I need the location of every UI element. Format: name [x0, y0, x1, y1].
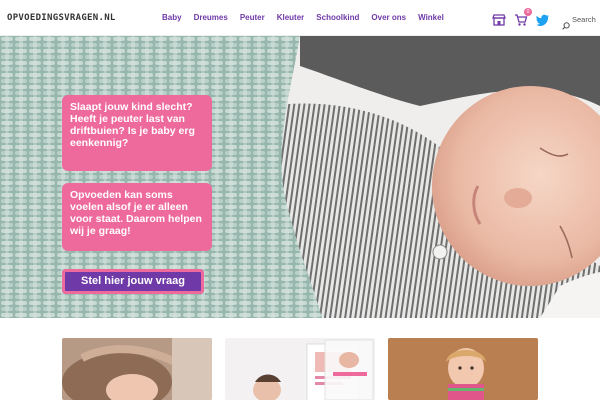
- ask-question-button[interactable]: Stel hier jouw vraag: [62, 269, 204, 294]
- nav-item-winkel[interactable]: Winkel: [418, 13, 444, 22]
- nav-item-schoolkind[interactable]: Schoolkind: [316, 13, 359, 22]
- article-card-toddler[interactable]: [388, 338, 538, 400]
- card-image-sleeping-child: [62, 338, 212, 400]
- main-nav: Baby Dreumes Peuter Kleuter Schoolkind O…: [162, 13, 444, 22]
- nav-item-kleuter[interactable]: Kleuter: [277, 13, 305, 22]
- twitter-icon[interactable]: [536, 12, 550, 27]
- search-label: Search: [572, 14, 596, 24]
- hero-callout-problems: Slaapt jouw kind slecht? Heeft je peuter…: [62, 95, 212, 171]
- article-card-sleeping-child[interactable]: [62, 338, 212, 400]
- search-button[interactable]: Search: [562, 14, 596, 30]
- card-image-toddler: [388, 338, 538, 400]
- site-logo[interactable]: OPVOEDINGSVRAGEN.NL: [7, 13, 116, 23]
- search-icon: [562, 15, 570, 30]
- nav-item-dreumes[interactable]: Dreumes: [194, 13, 228, 22]
- cart-icon[interactable]: 0: [514, 8, 532, 26]
- nav-item-over-ons[interactable]: Over ons: [371, 13, 406, 22]
- nav-item-baby[interactable]: Baby: [162, 13, 182, 22]
- article-cards: [62, 338, 538, 400]
- article-card-ebook[interactable]: [225, 338, 375, 400]
- header-icons: 0 Search: [492, 8, 596, 30]
- card-image-ebook: [225, 338, 375, 400]
- cart-count-badge: 0: [524, 8, 532, 16]
- site-header: OPVOEDINGSVRAGEN.NL Baby Dreumes Peuter …: [0, 0, 600, 36]
- store-icon[interactable]: [492, 12, 506, 26]
- nav-item-peuter[interactable]: Peuter: [240, 13, 265, 22]
- hero-banner: Slaapt jouw kind slecht? Heeft je peuter…: [0, 36, 600, 318]
- hero-callout-support: Opvoeden kan soms voelen alsof je er all…: [62, 183, 212, 251]
